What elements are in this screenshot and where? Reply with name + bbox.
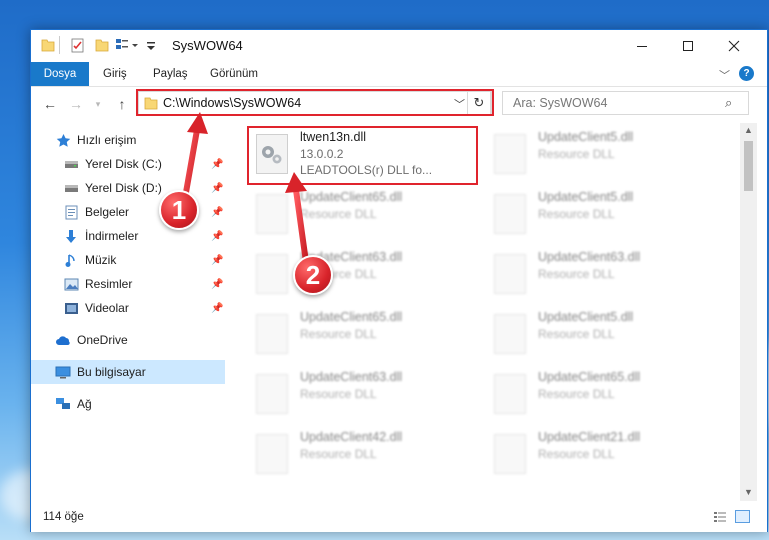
- step-1-badge: 1: [159, 190, 199, 230]
- arrow-1: [182, 112, 208, 201]
- step-2-badge: 2: [293, 255, 333, 295]
- annotation-arrows: [182, 112, 309, 265]
- arrow-2: [285, 172, 309, 265]
